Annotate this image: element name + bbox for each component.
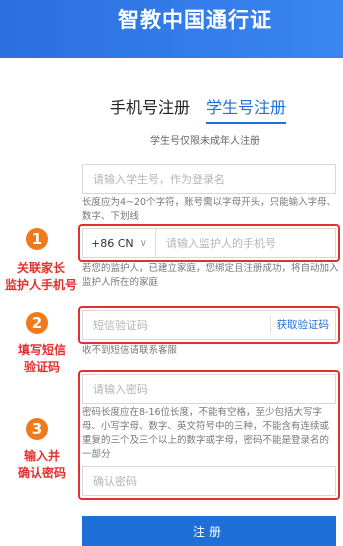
step-2-line1: 填写短信: [17, 343, 66, 357]
guardian-phone-input[interactable]: [155, 229, 335, 257]
app-title: 智教中国通行证: [118, 8, 272, 32]
step-3-line1: 输入并: [23, 449, 60, 463]
password-input[interactable]: [83, 375, 335, 403]
step-3-badge: 3: [26, 418, 48, 440]
get-code-button[interactable]: 获取验证码: [269, 316, 336, 334]
sms-code-hint: 收不到短信请联系客服: [82, 345, 178, 356]
register-tabs: 手机号注册 学生号注册: [110, 94, 287, 124]
step-3-line2: 确认密码: [17, 466, 66, 480]
step-2-badge: 2: [26, 312, 48, 334]
guardian-phone-field[interactable]: +86 CN ∨: [82, 228, 336, 258]
sms-code-field[interactable]: 获取验证码: [82, 310, 336, 340]
country-code-label: +86 CN: [91, 236, 134, 250]
register-subtitle: 学生号仅限未成年人注册: [150, 136, 260, 147]
step-1-label: 关联家长 监护人手机号: [0, 260, 82, 294]
step-1-line1: 关联家长: [16, 261, 65, 275]
guardian-phone-hint: 若您的监护人，已建立家庭，您绑定且注册成功，将自动加入监护人所在的家庭: [82, 263, 339, 288]
step-2-label: 填写短信 验证码: [6, 342, 78, 376]
country-code-select[interactable]: +86 CN ∨: [83, 229, 156, 257]
tab-phone-register[interactable]: 手机号注册: [110, 94, 190, 124]
register-button[interactable]: 注册: [82, 516, 336, 546]
step-3-label: 输入并 确认密码: [6, 448, 78, 482]
sms-code-input[interactable]: [83, 311, 270, 339]
step-1-badge: 1: [26, 228, 48, 250]
step-2-line2: 验证码: [23, 360, 60, 374]
password-field[interactable]: [82, 374, 336, 404]
chevron-down-icon: ∨: [139, 237, 147, 249]
student-id-hint: 长度应为4~20个字符，账号需以字母开头，只能输入字母、数字、下划线: [82, 197, 337, 222]
step-1-line2: 监护人手机号: [4, 278, 77, 292]
confirm-password-field[interactable]: [82, 466, 336, 496]
password-hint: 密码长度应在8-16位长度，不能有空格，至少包括大写字母、小写字母、数字、英文符…: [82, 407, 330, 460]
confirm-password-input[interactable]: [83, 467, 335, 495]
student-id-input[interactable]: [83, 165, 335, 193]
header-banner: 智教中国通行证: [0, 0, 343, 58]
student-id-field[interactable]: [82, 164, 336, 194]
tab-student-register[interactable]: 学生号注册: [206, 94, 287, 124]
